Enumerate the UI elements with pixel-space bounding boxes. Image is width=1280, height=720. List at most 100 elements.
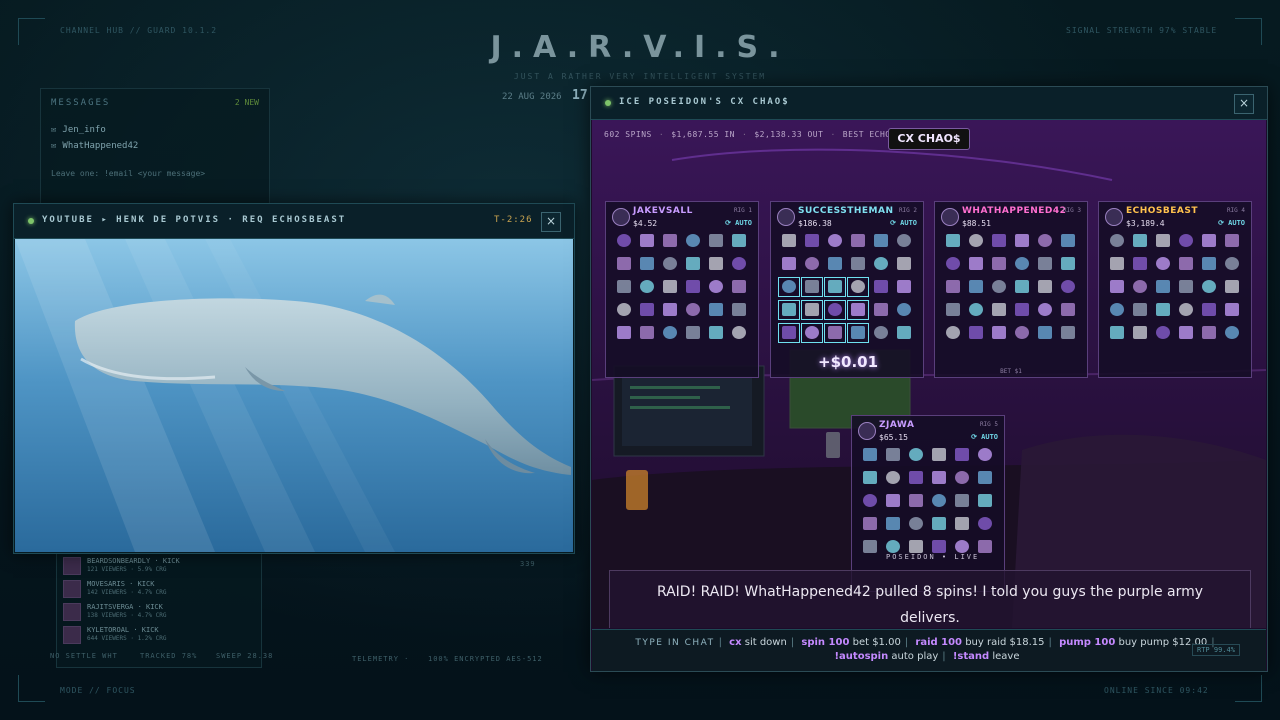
slot-symbol bbox=[894, 324, 914, 342]
raid-text: RAID! RAID! WhatHappened42 pulled 8 spin… bbox=[656, 584, 1204, 626]
player-avatar bbox=[858, 422, 876, 440]
whale-video-frame bbox=[15, 239, 573, 552]
slot-symbol bbox=[966, 255, 986, 273]
stat-out: $2,138.33 OUT bbox=[754, 130, 824, 139]
slot-symbol bbox=[906, 515, 926, 533]
chat-lead: TYPE IN CHAT bbox=[635, 638, 715, 648]
slot-symbol bbox=[871, 278, 891, 296]
game-titlebar[interactable]: ICE POSEIDON'S CX CHAO$ × bbox=[591, 87, 1267, 120]
slot-symbol bbox=[1058, 301, 1078, 319]
slot-symbol bbox=[952, 492, 972, 510]
slot-symbol bbox=[1153, 232, 1173, 250]
slot-grid bbox=[778, 232, 915, 350]
hud-bottom-left-label: MODE // FOCUS bbox=[60, 686, 136, 695]
slot-symbol bbox=[1222, 255, 1242, 273]
slot-symbol bbox=[871, 255, 891, 273]
rig-label: RIG 5 bbox=[979, 421, 998, 428]
slot-symbol bbox=[614, 301, 634, 319]
slot-symbol bbox=[860, 469, 880, 487]
slot-symbol bbox=[975, 469, 995, 487]
slot-symbol bbox=[943, 301, 963, 319]
slot-symbol bbox=[683, 301, 703, 319]
rig-card-3[interactable]: WHATHAPPENED42 $88.51 RIG 3 BET $1 bbox=[934, 201, 1088, 378]
slot-symbol bbox=[943, 324, 963, 342]
live-indicator: POSEIDON • LIVE bbox=[886, 553, 980, 561]
slot-symbol bbox=[1176, 301, 1196, 319]
cmd-name[interactable]: !stand bbox=[953, 651, 989, 662]
cmd-name[interactable]: cx bbox=[729, 637, 741, 648]
hud-corner bbox=[1235, 675, 1262, 702]
slot-symbol bbox=[729, 301, 749, 319]
game-window: ICE POSEIDON'S CX CHAO$ × 602 SPINS · $1… bbox=[590, 86, 1268, 672]
slot-symbol bbox=[883, 492, 903, 510]
slot-symbol bbox=[847, 277, 869, 297]
rig-label: RIG 4 bbox=[1226, 207, 1245, 214]
slot-symbol bbox=[1107, 232, 1127, 250]
cmd-name[interactable]: !autospin bbox=[834, 651, 888, 662]
rig-card-4[interactable]: ECHOSBEAST $3,189.4 RIG 4 ⟳ AUTO bbox=[1098, 201, 1252, 378]
youtube-video[interactable] bbox=[15, 239, 573, 552]
streams-foot-mid: TRACKED 78% bbox=[140, 652, 198, 660]
slot-symbol bbox=[1058, 232, 1078, 250]
slot-symbol bbox=[894, 232, 914, 250]
slot-symbol bbox=[989, 324, 1009, 342]
stream-row[interactable]: MOVESARIS · KICK 142 VIEWERS · 4.7% CRG bbox=[63, 580, 253, 598]
slot-symbol bbox=[660, 255, 680, 273]
rig-card-5[interactable]: ZJAWA $65.15 RIG 5 ⟳ AUTO bbox=[851, 415, 1005, 592]
slot-symbol bbox=[779, 255, 799, 273]
cmd-name[interactable]: spin 100 bbox=[801, 637, 849, 648]
stat-separator: · bbox=[658, 130, 665, 139]
slot-symbol bbox=[1012, 278, 1032, 296]
slot-symbol bbox=[943, 255, 963, 273]
stat-separator: · bbox=[830, 130, 836, 139]
rig-card-1[interactable]: JAKEVSALL $4.52 RIG 1 ⟳ AUTO bbox=[605, 201, 759, 378]
slot-symbol bbox=[683, 324, 703, 342]
slot-symbol bbox=[883, 515, 903, 533]
slot-symbol bbox=[706, 232, 726, 250]
slot-symbol bbox=[637, 232, 657, 250]
rig-card-2[interactable]: SUCCESSTHEMAN $186.38 RIG 2 ⟳ AUTO bbox=[770, 201, 924, 378]
slot-symbol bbox=[943, 232, 963, 250]
hud-time: 17 bbox=[572, 88, 588, 103]
game-close-button[interactable]: × bbox=[1234, 94, 1254, 114]
streamer-viewers: 121 VIEWERS · 5.9% CRG bbox=[87, 566, 167, 573]
slot-symbol bbox=[1035, 324, 1055, 342]
envelope-icon: ✉ bbox=[51, 125, 57, 135]
telemetry-count: 339 bbox=[520, 560, 536, 568]
rig-label: RIG 2 bbox=[898, 207, 917, 214]
hud-date: 22 AUG 2026 bbox=[502, 92, 562, 102]
slot-symbol bbox=[614, 278, 634, 296]
slot-symbol bbox=[966, 278, 986, 296]
slot-symbol bbox=[929, 515, 949, 533]
youtube-close-button[interactable]: × bbox=[541, 212, 561, 232]
slot-symbol bbox=[1222, 324, 1242, 342]
slot-symbol bbox=[1130, 255, 1150, 273]
slot-symbol bbox=[706, 255, 726, 273]
slot-symbol bbox=[1107, 324, 1127, 342]
win-amount: +$0.01 bbox=[818, 353, 879, 371]
status-dot bbox=[605, 100, 611, 106]
youtube-titlebar[interactable]: YOUTUBE ▸ HENK DE POTVIS · REQ ECHOSBEAS… bbox=[14, 204, 574, 239]
message-item[interactable]: ✉ WhatHappened42 bbox=[51, 141, 138, 151]
slot-symbol bbox=[860, 515, 880, 533]
telemetry-encryption: 100% ENCRYPTED AES-512 bbox=[428, 655, 543, 663]
slot-symbol bbox=[929, 492, 949, 510]
stream-row[interactable]: BEARDSONBEARDLY · KICK 121 VIEWERS · 5.9%… bbox=[63, 557, 253, 575]
slot-symbol bbox=[1012, 232, 1032, 250]
slot-symbol bbox=[683, 255, 703, 273]
slot-symbol bbox=[802, 255, 822, 273]
slot-symbol bbox=[824, 323, 846, 343]
cmd-separator: | bbox=[1048, 637, 1052, 648]
message-item[interactable]: ✉ Jen_info bbox=[51, 125, 106, 135]
rig-balance: $88.51 bbox=[962, 219, 991, 228]
rig-balance: $65.15 bbox=[879, 433, 908, 442]
cmd-name[interactable]: raid 100 bbox=[915, 637, 962, 648]
stream-row[interactable]: RAJITSVERGA · KICK 138 VIEWERS · 4.7% CRG bbox=[63, 603, 253, 621]
rig-player-name: ZJAWA bbox=[879, 420, 915, 430]
cmd-name[interactable]: pump 100 bbox=[1059, 637, 1115, 648]
slot-symbol bbox=[1176, 324, 1196, 342]
slot-symbol bbox=[966, 232, 986, 250]
slot-symbol bbox=[1130, 324, 1150, 342]
telemetry-label: TELEMETRY · bbox=[352, 655, 410, 663]
stream-row[interactable]: KYLETOROAL · KICK 644 VIEWERS · 1.2% CRG bbox=[63, 626, 253, 644]
